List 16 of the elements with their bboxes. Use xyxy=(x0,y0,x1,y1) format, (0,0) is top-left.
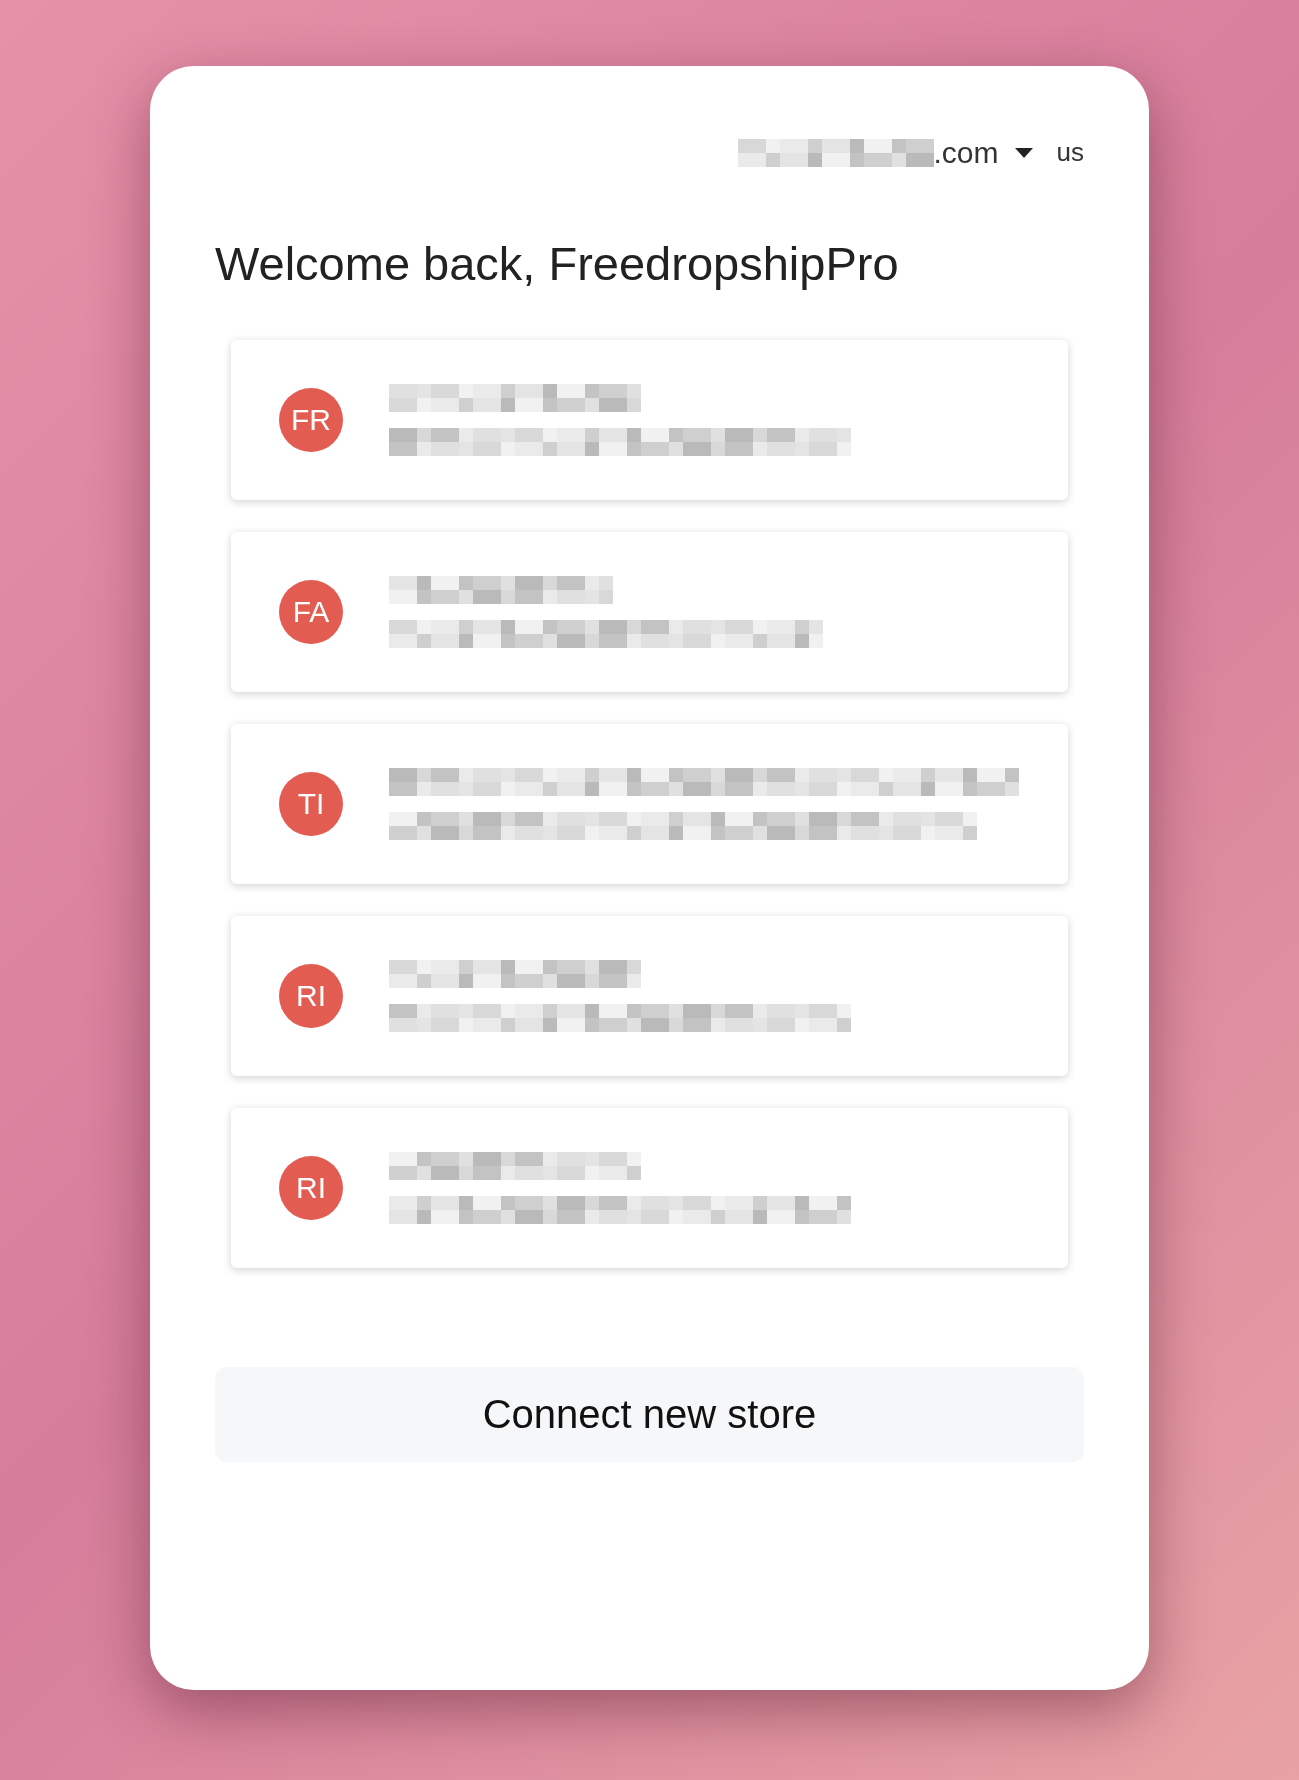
connect-store-button[interactable]: Connect new store xyxy=(215,1366,1084,1462)
store-avatar: RI xyxy=(279,1155,343,1220)
store-card[interactable]: TI xyxy=(231,723,1068,884)
store-card[interactable]: FA xyxy=(231,531,1068,692)
account-dropdown[interactable]: .com xyxy=(737,130,1033,175)
store-avatar: FR xyxy=(279,387,343,452)
store-avatar: TI xyxy=(279,771,343,836)
email-domain: .com xyxy=(933,135,999,171)
welcome-heading: Welcome back, FreedropshipPro xyxy=(215,236,900,292)
region-label[interactable]: us xyxy=(1056,133,1084,172)
store-avatar: RI xyxy=(279,963,343,1028)
store-card[interactable]: RI xyxy=(231,1107,1068,1268)
store-card[interactable]: RI xyxy=(231,915,1068,1076)
store-avatar: FA xyxy=(279,579,343,644)
store-card[interactable]: FR xyxy=(231,339,1068,500)
caret-icon xyxy=(1014,147,1033,158)
